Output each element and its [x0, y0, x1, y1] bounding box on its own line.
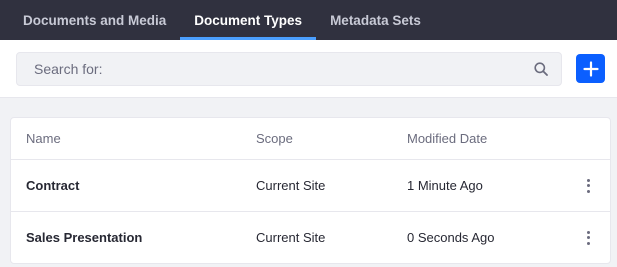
row-scope: Current Site	[256, 178, 326, 193]
plus-icon	[582, 60, 599, 77]
row-actions	[559, 230, 610, 246]
tab-documents-and-media[interactable]: Documents and Media	[9, 0, 180, 40]
search-icon[interactable]	[533, 61, 549, 77]
row-name[interactable]: Sales Presentation	[11, 230, 256, 245]
table-header: Name Scope Modified Date	[11, 118, 610, 160]
row-scope: Current Site	[256, 230, 326, 245]
tab-document-types[interactable]: Document Types	[180, 0, 316, 40]
management-toolbar	[0, 40, 617, 98]
column-header-scope: Scope	[256, 131, 293, 146]
search-input[interactable]	[32, 59, 533, 78]
kebab-menu-icon[interactable]	[584, 230, 592, 246]
row-name[interactable]: Contract	[11, 178, 256, 193]
row-modified-date: 0 Seconds Ago	[407, 230, 495, 245]
search-box	[16, 51, 562, 86]
row-actions	[559, 178, 610, 194]
navigation-bar: Documents and Media Document Types Metad…	[0, 0, 617, 40]
row-modified-date: 1 Minute Ago	[407, 178, 483, 193]
kebab-menu-icon[interactable]	[584, 178, 592, 194]
table-row: Contract Current Site 1 Minute Ago	[11, 160, 610, 212]
tab-metadata-sets[interactable]: Metadata Sets	[316, 0, 435, 40]
document-types-table: Name Scope Modified Date Contract Curren…	[10, 117, 611, 264]
table-row: Sales Presentation Current Site 0 Second…	[11, 212, 610, 263]
column-header-modified-date: Modified Date	[407, 131, 488, 146]
add-button[interactable]	[576, 54, 605, 83]
column-header-name: Name	[26, 131, 61, 146]
